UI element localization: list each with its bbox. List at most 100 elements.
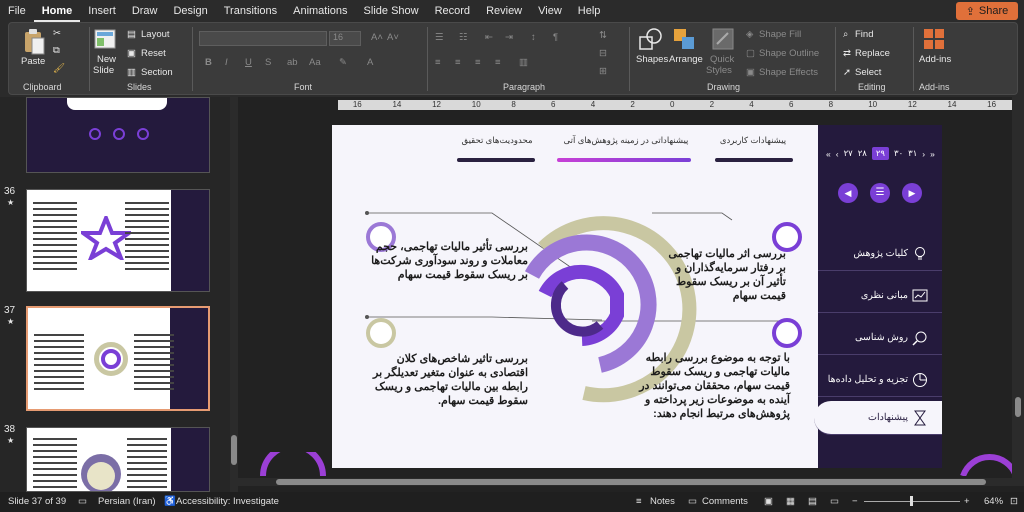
editor-scroll-thumb[interactable] xyxy=(1015,397,1021,417)
char-spacing-icon[interactable]: ab xyxy=(287,57,298,68)
align-center-icon[interactable]: ≡ xyxy=(455,57,461,68)
columns-icon[interactable]: ▥ xyxy=(519,57,528,68)
addins-icon[interactable] xyxy=(923,28,945,50)
pager-first[interactable]: « xyxy=(826,149,831,159)
cut-icon[interactable]: ✂ xyxy=(53,28,61,39)
menu-insert[interactable]: Insert xyxy=(80,0,124,22)
pager-last[interactable]: » xyxy=(930,149,935,159)
next-slide-button[interactable]: ▶ xyxy=(902,183,922,203)
menu-help[interactable]: Help xyxy=(570,0,609,22)
shape-fill-button[interactable]: Shape Fill xyxy=(759,29,801,40)
slide-thumbnail-37[interactable] xyxy=(26,306,210,411)
line-spacing-icon[interactable]: ↕ xyxy=(531,32,536,43)
menu-animations[interactable]: Animations xyxy=(285,0,355,22)
editor-hscroll-thumb[interactable] xyxy=(276,479,986,485)
nav-item-methodology[interactable]: روش شناسی xyxy=(818,321,942,355)
underline-button[interactable]: U xyxy=(245,57,252,68)
new-slide-label-2[interactable]: Slide xyxy=(93,65,114,76)
menu-review[interactable]: Review xyxy=(478,0,530,22)
bold-button[interactable]: B xyxy=(205,57,212,68)
zoom-in-button[interactable]: + xyxy=(964,496,970,507)
align-text-icon[interactable]: ⊟ xyxy=(599,48,607,59)
text-block-macro-indicators[interactable]: بررسی تاثیر شاخص‌های کلان اقتصادی به عنو… xyxy=(368,352,528,408)
numbering-icon[interactable]: ☷ xyxy=(459,32,468,43)
slide-thumbnail-38[interactable] xyxy=(26,427,210,492)
layout-button[interactable]: Layout xyxy=(141,29,170,40)
slide-canvas[interactable]: پیشنهادات کاربردی پیشنهاداتی در زمینه پژ… xyxy=(332,125,942,468)
smartart-icon[interactable]: ⊞ xyxy=(599,66,607,77)
pager-page[interactable]: ۲۸ xyxy=(858,148,867,159)
align-left-icon[interactable]: ≡ xyxy=(435,57,441,68)
menu-file[interactable]: File xyxy=(0,0,34,22)
shapes-icon[interactable] xyxy=(639,28,663,52)
shapes-button[interactable]: Shapes xyxy=(636,54,668,65)
menu-home[interactable]: Home xyxy=(33,0,81,22)
zoom-out-button[interactable]: − xyxy=(852,496,858,507)
highlight-icon[interactable]: ✎ xyxy=(339,57,347,68)
normal-view-icon[interactable]: ▣ xyxy=(764,496,773,507)
shape-effects-button[interactable]: Shape Effects xyxy=(759,67,818,78)
pager-next[interactable]: › xyxy=(922,149,925,159)
replace-button[interactable]: Replace xyxy=(855,48,890,59)
editor-horizontal-scrollbar[interactable] xyxy=(238,478,1024,486)
arrange-icon[interactable] xyxy=(673,28,697,52)
text-block-aggressive-tax-trading[interactable]: بررسی تأثیر مالیات تهاجمی، حجم معاملات و… xyxy=(368,240,528,282)
menu-record[interactable]: Record xyxy=(427,0,478,22)
slide-thumbnail-35[interactable] xyxy=(26,97,210,173)
accessibility-status[interactable]: Accessibility: Investigate xyxy=(176,496,279,507)
menu-transitions[interactable]: Transitions xyxy=(216,0,285,22)
paste-button[interactable]: Paste xyxy=(21,56,45,67)
font-color-icon[interactable]: A xyxy=(367,57,373,68)
align-right-icon[interactable]: ≡ xyxy=(475,57,481,68)
menu-view[interactable]: View xyxy=(530,0,570,22)
fit-slide-icon[interactable]: ⊡ xyxy=(1010,496,1018,507)
pager-prev[interactable]: ‹ xyxy=(836,149,839,159)
pager-page[interactable]: ۲۷ xyxy=(844,148,853,159)
quick-styles-icon[interactable] xyxy=(712,28,734,50)
slide-thumbnail-36[interactable] xyxy=(26,189,210,292)
justify-icon[interactable]: ≡ xyxy=(495,57,501,68)
pager-page[interactable]: ۳۱ xyxy=(908,148,917,159)
find-button[interactable]: Find xyxy=(855,29,873,40)
pager-page[interactable]: ۳۰ xyxy=(894,148,903,159)
nav-item-suggestions[interactable]: پیشنهادات xyxy=(814,401,942,435)
comments-button[interactable]: Comments xyxy=(702,496,748,507)
section-button[interactable]: Section xyxy=(141,67,173,78)
menu-draw[interactable]: Draw xyxy=(124,0,166,22)
text-block-investor-behavior[interactable]: بررسی اثر مالیات تهاجمی بر رفتار سرمایه‌… xyxy=(662,247,786,303)
share-button[interactable]: ⇪ Share xyxy=(956,2,1018,20)
slide-sorter-icon[interactable]: ▦ xyxy=(786,496,795,507)
menu-slide-show[interactable]: Slide Show xyxy=(356,0,427,22)
copy-icon[interactable]: ⧉ xyxy=(53,45,60,56)
font-name-combo[interactable] xyxy=(199,31,327,46)
increase-indent-icon[interactable]: ⇥ xyxy=(505,32,513,43)
thumbnail-scrollbar[interactable] xyxy=(230,97,238,492)
paste-icon[interactable] xyxy=(22,28,46,56)
notes-icon[interactable]: ≡ xyxy=(636,496,642,507)
quick-styles-label[interactable]: Quick xyxy=(710,54,734,65)
italic-button[interactable]: I xyxy=(225,57,228,68)
thumbnail-scroll-thumb[interactable] xyxy=(231,435,237,465)
arrange-button[interactable]: Arrange xyxy=(669,54,703,65)
rtl-icon[interactable]: ¶ xyxy=(553,32,558,43)
select-button[interactable]: Select xyxy=(855,67,881,78)
language-status[interactable]: Persian (Iran) xyxy=(98,496,156,507)
notes-button[interactable]: Notes xyxy=(650,496,675,507)
nav-item-data-analysis[interactable]: تجزیه و تحلیل داده‌ها xyxy=(818,363,942,397)
text-direction-icon[interactable]: ⇅ xyxy=(599,30,607,41)
menu-design[interactable]: Design xyxy=(165,0,215,22)
accessibility-icon[interactable]: ♿ xyxy=(164,496,176,507)
addins-button[interactable]: Add-ins xyxy=(919,54,951,65)
reading-view-icon[interactable]: ▤ xyxy=(808,496,817,507)
text-block-future-topics[interactable]: با توجه به موضوع بررسی رابطه مالیات تهاج… xyxy=(624,351,790,421)
bullets-icon[interactable]: ☰ xyxy=(435,32,444,43)
new-slide-label[interactable]: New xyxy=(97,54,116,65)
pager-current[interactable]: ۲۹ xyxy=(871,147,889,160)
editor-vertical-scrollbar[interactable] xyxy=(1012,97,1024,478)
zoom-slider-thumb[interactable] xyxy=(910,496,913,506)
grow-font-icon[interactable]: A˄ xyxy=(371,32,383,43)
decrease-indent-icon[interactable]: ⇤ xyxy=(485,32,493,43)
format-painter-icon[interactable]: 🖌 xyxy=(53,63,65,74)
quick-styles-label-2[interactable]: Styles xyxy=(706,65,732,76)
new-slide-icon[interactable] xyxy=(94,28,116,52)
